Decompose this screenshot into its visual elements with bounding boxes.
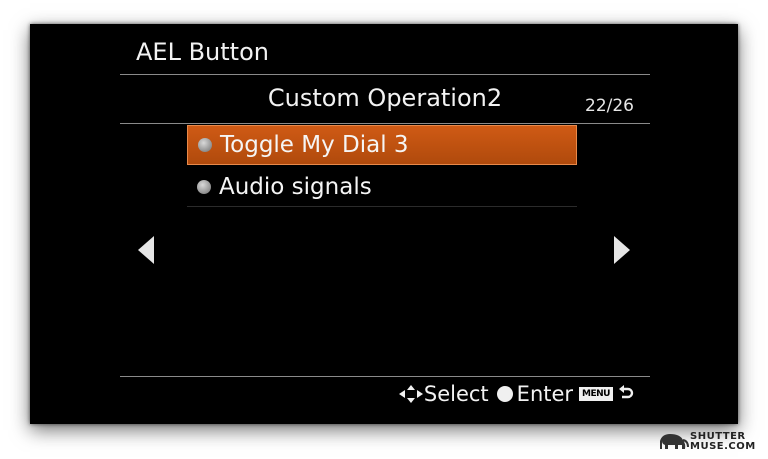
menu-key-icon: MENU: [579, 387, 613, 401]
option-label: Toggle My Dial 3: [220, 132, 409, 158]
enter-hint: Enter: [516, 382, 574, 406]
shutter-muse-watermark: SHUTTER MUSE.COM: [656, 431, 756, 453]
option-label: Audio signals: [219, 173, 372, 200]
watermark-line2: MUSE.COM: [690, 441, 756, 452]
radio-icon: [198, 138, 212, 152]
option-audio-signals[interactable]: Audio signals: [187, 167, 577, 207]
arrow-right-icon[interactable]: [614, 236, 630, 264]
title-divider: [120, 74, 650, 75]
select-hint: Select: [423, 382, 489, 406]
footer-divider: [120, 376, 650, 377]
page-indicator: 22/26: [585, 96, 634, 116]
subtitle-divider: [120, 123, 650, 124]
camera-menu-screen: AEL Button Custom Operation2 22/26 Toggl…: [30, 24, 738, 424]
arrow-left-icon[interactable]: [138, 236, 154, 264]
elephant-logo-icon: [660, 434, 689, 449]
option-toggle-my-dial-3[interactable]: Toggle My Dial 3: [187, 125, 577, 165]
center-button-icon: [496, 386, 513, 402]
menu-subtitle: Custom Operation2: [267, 84, 503, 112]
return-arrow-icon: [619, 385, 634, 399]
radio-icon: [197, 179, 211, 194]
footer-hints: Select Enter MENU: [398, 382, 634, 406]
menu-title: AEL Button: [136, 38, 269, 66]
four-way-arrows-icon: [398, 385, 423, 403]
